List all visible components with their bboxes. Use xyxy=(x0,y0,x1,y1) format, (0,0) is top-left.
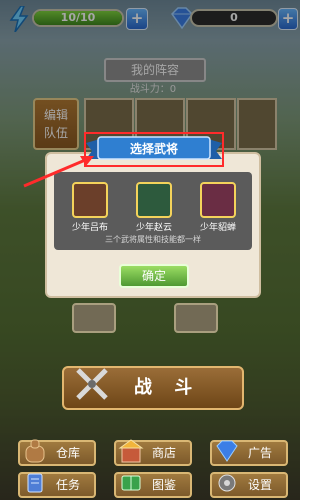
ads-label: 广告 xyxy=(248,446,273,460)
arrow-icon xyxy=(23,156,94,188)
building-left xyxy=(72,303,116,333)
hero-card[interactable]: 少年赵云 xyxy=(134,182,174,233)
hero-portrait xyxy=(136,182,172,218)
hero-portrait xyxy=(200,182,236,218)
shop-icon xyxy=(118,439,144,463)
scroll-icon xyxy=(27,473,43,493)
hero-name: 少年貂蝉 xyxy=(199,223,236,233)
ads-button[interactable]: 广告 xyxy=(210,440,288,466)
settings-label: 设置 xyxy=(248,478,273,492)
fight-label: 战 斗 xyxy=(134,377,201,398)
gem-icon xyxy=(216,440,238,462)
gear-icon xyxy=(218,474,236,492)
hero-hint-text: 三个武将属性和技能都一样 xyxy=(105,235,201,244)
codex-label: 图鉴 xyxy=(152,478,177,492)
hero-name: 少年吕布 xyxy=(71,223,108,233)
highlight-box xyxy=(84,132,224,167)
tasks-button[interactable]: 任务 xyxy=(18,472,96,498)
codex-button[interactable]: 图鉴 xyxy=(114,472,192,498)
bag-icon xyxy=(25,439,45,463)
inventory-button[interactable]: 仓库 xyxy=(18,439,96,466)
building-right xyxy=(174,303,218,333)
hero-card[interactable]: 少年貂蝉 xyxy=(198,182,238,233)
fight-button[interactable]: 战 斗 xyxy=(62,366,244,410)
shop-label: 商店 xyxy=(152,446,177,460)
shop-button[interactable]: 商店 xyxy=(114,439,192,466)
inventory-label: 仓库 xyxy=(56,446,81,460)
tasks-label: 任务 xyxy=(56,478,81,492)
book-icon xyxy=(121,475,141,491)
settings-button[interactable]: 设置 xyxy=(210,472,288,498)
confirm-button[interactable]: 确定 xyxy=(119,264,189,288)
crossed-swords-icon xyxy=(76,368,108,400)
hero-name: 少年赵云 xyxy=(135,223,172,233)
